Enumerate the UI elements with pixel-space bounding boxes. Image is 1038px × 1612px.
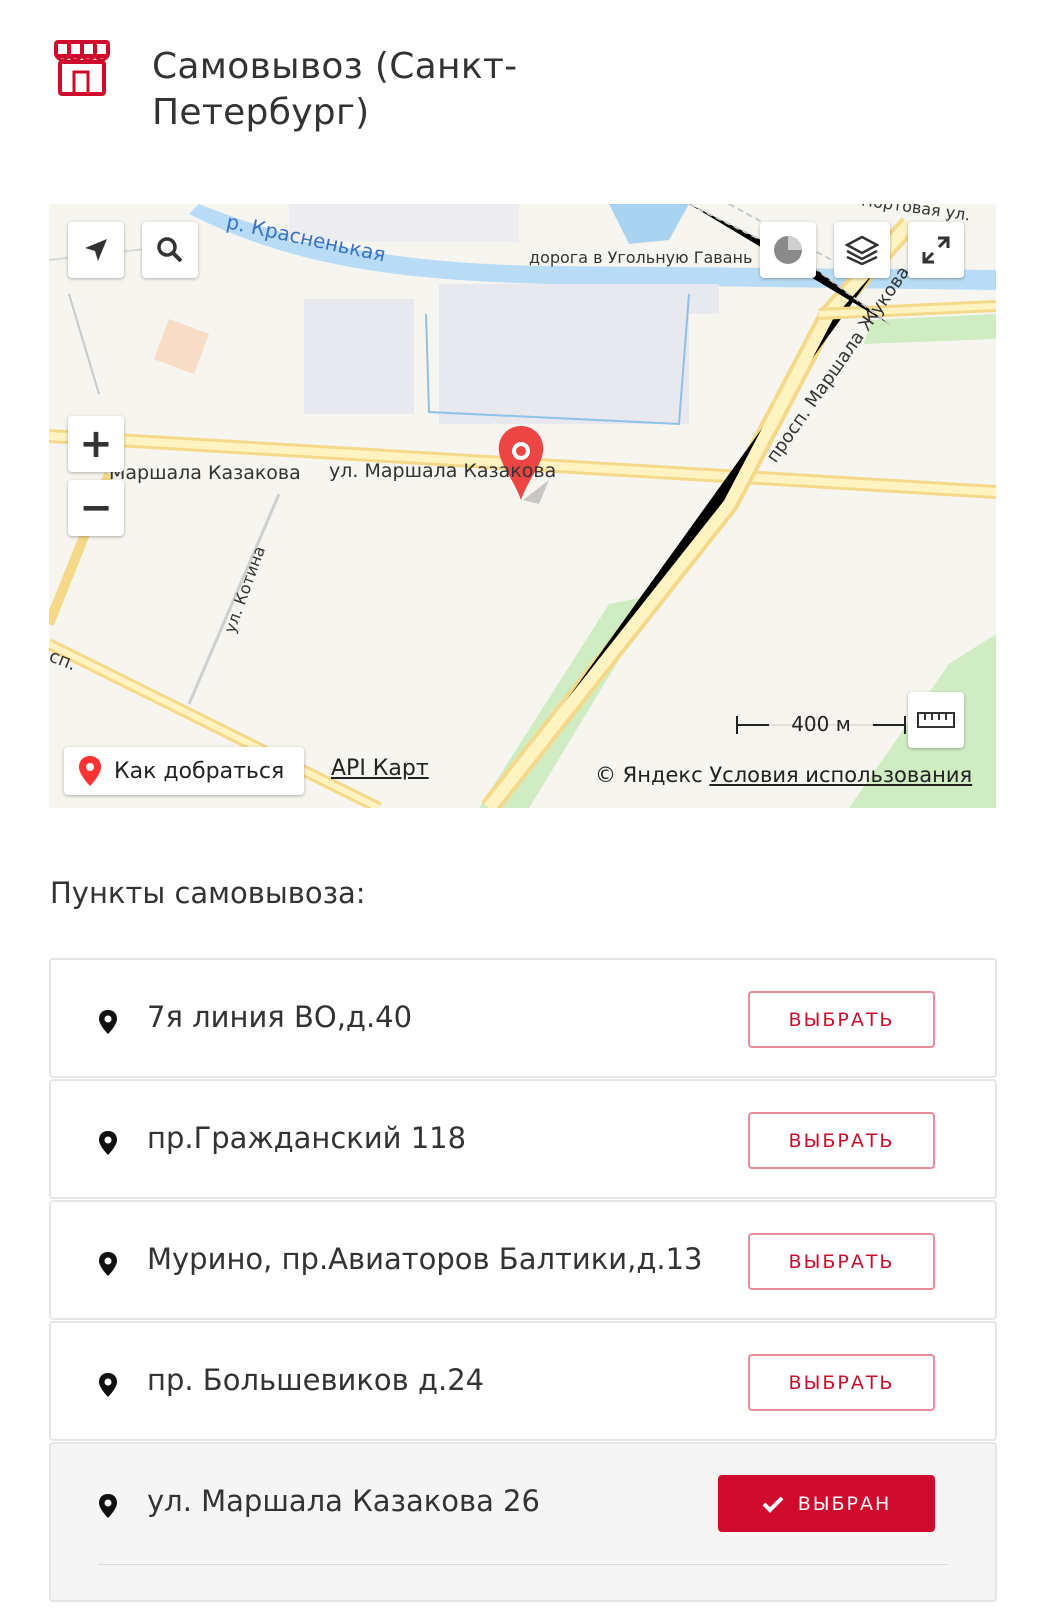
fullscreen-button[interactable]: [908, 222, 964, 278]
pickup-list: 7я линия ВО,д.40 ВЫБРАТЬ пр.Гражданский …: [49, 958, 997, 1603]
store-icon: [52, 38, 112, 98]
select-button[interactable]: ВЫБРАТЬ: [748, 991, 935, 1048]
divider: [98, 1564, 948, 1565]
selected-button[interactable]: ВЫБРАН: [718, 1475, 935, 1532]
ruler-icon: [917, 712, 955, 728]
plus-icon: +: [79, 421, 113, 467]
street-label-kazakova-left: Маршала Казакова: [109, 462, 301, 484]
layers-icon: [845, 235, 879, 265]
terms-link[interactable]: Условия использования: [709, 763, 972, 787]
location-pin-icon: [99, 1494, 117, 1518]
search-button[interactable]: [142, 222, 198, 278]
location-pin-icon: [99, 1252, 117, 1276]
route-pin-icon: [78, 755, 102, 787]
pickup-address: ул. Маршала Казакова 26: [147, 1484, 540, 1518]
pickup-row[interactable]: Мурино, пр.Авиаторов Балтики,д.13 ВЫБРАТ…: [49, 1200, 997, 1320]
select-button[interactable]: ВЫБРАТЬ: [748, 1354, 935, 1411]
pickup-row[interactable]: пр. Большевиков д.24 ВЫБРАТЬ: [49, 1321, 997, 1441]
api-link[interactable]: API Карт: [331, 756, 429, 781]
pickup-row-selected[interactable]: ул. Маршала Казакова 26 ВЫБРАН: [49, 1442, 997, 1602]
zoom-out-button[interactable]: −: [68, 480, 124, 536]
select-button[interactable]: ВЫБРАТЬ: [748, 1233, 935, 1290]
select-button[interactable]: ВЫБРАТЬ: [748, 1112, 935, 1169]
traffic-icon: [774, 236, 802, 264]
map-scale: 400 м: [735, 710, 907, 740]
search-icon: [157, 237, 183, 263]
layers-button[interactable]: [834, 222, 890, 278]
pickup-address: Мурино, пр.Авиаторов Балтики,д.13: [147, 1242, 703, 1276]
checkmark-icon: [762, 1495, 784, 1513]
ruler-button[interactable]: [908, 692, 964, 748]
minus-icon: −: [79, 485, 113, 531]
map[interactable]: р. Красненькая дорога в Угольную Гавань …: [49, 204, 996, 808]
zoom-in-button[interactable]: +: [68, 416, 124, 472]
location-pin-icon: [99, 1373, 117, 1397]
selected-button-label: ВЫБРАН: [797, 1492, 892, 1515]
location-pin-icon: [99, 1010, 117, 1034]
page-title: Самовывоз (Санкт-Петербург): [152, 46, 518, 133]
pickup-row[interactable]: пр.Гражданский 118 ВЫБРАТЬ: [49, 1079, 997, 1199]
copyright: © Яндекс Условия использования: [595, 763, 972, 787]
traffic-button[interactable]: [760, 222, 816, 278]
section-title: Пункты самовывоза:: [50, 876, 366, 910]
pickup-address: пр. Большевиков д.24: [147, 1363, 485, 1397]
pickup-row[interactable]: 7я линия ВО,д.40 ВЫБРАТЬ: [49, 958, 997, 1078]
geolocation-icon: [85, 239, 107, 261]
pickup-address: 7я линия ВО,д.40: [147, 1000, 413, 1034]
scale-label: 400 м: [769, 712, 873, 736]
geolocation-button[interactable]: [68, 222, 124, 278]
page: Самовывоз (Санкт-Петербург) р. Красненьк…: [0, 0, 1038, 1612]
street-label-kazakova: ул. Маршала Казакова: [329, 460, 557, 482]
location-pin-icon: [99, 1131, 117, 1155]
road-label: дорога в Угольную Гавань: [529, 248, 753, 267]
route-button-label: Как добраться: [114, 758, 285, 784]
pickup-address: пр.Гражданский 118: [147, 1121, 467, 1155]
route-button[interactable]: Как добраться: [64, 747, 304, 795]
copyright-text: © Яндекс: [595, 763, 703, 787]
fullscreen-icon: [922, 236, 950, 264]
